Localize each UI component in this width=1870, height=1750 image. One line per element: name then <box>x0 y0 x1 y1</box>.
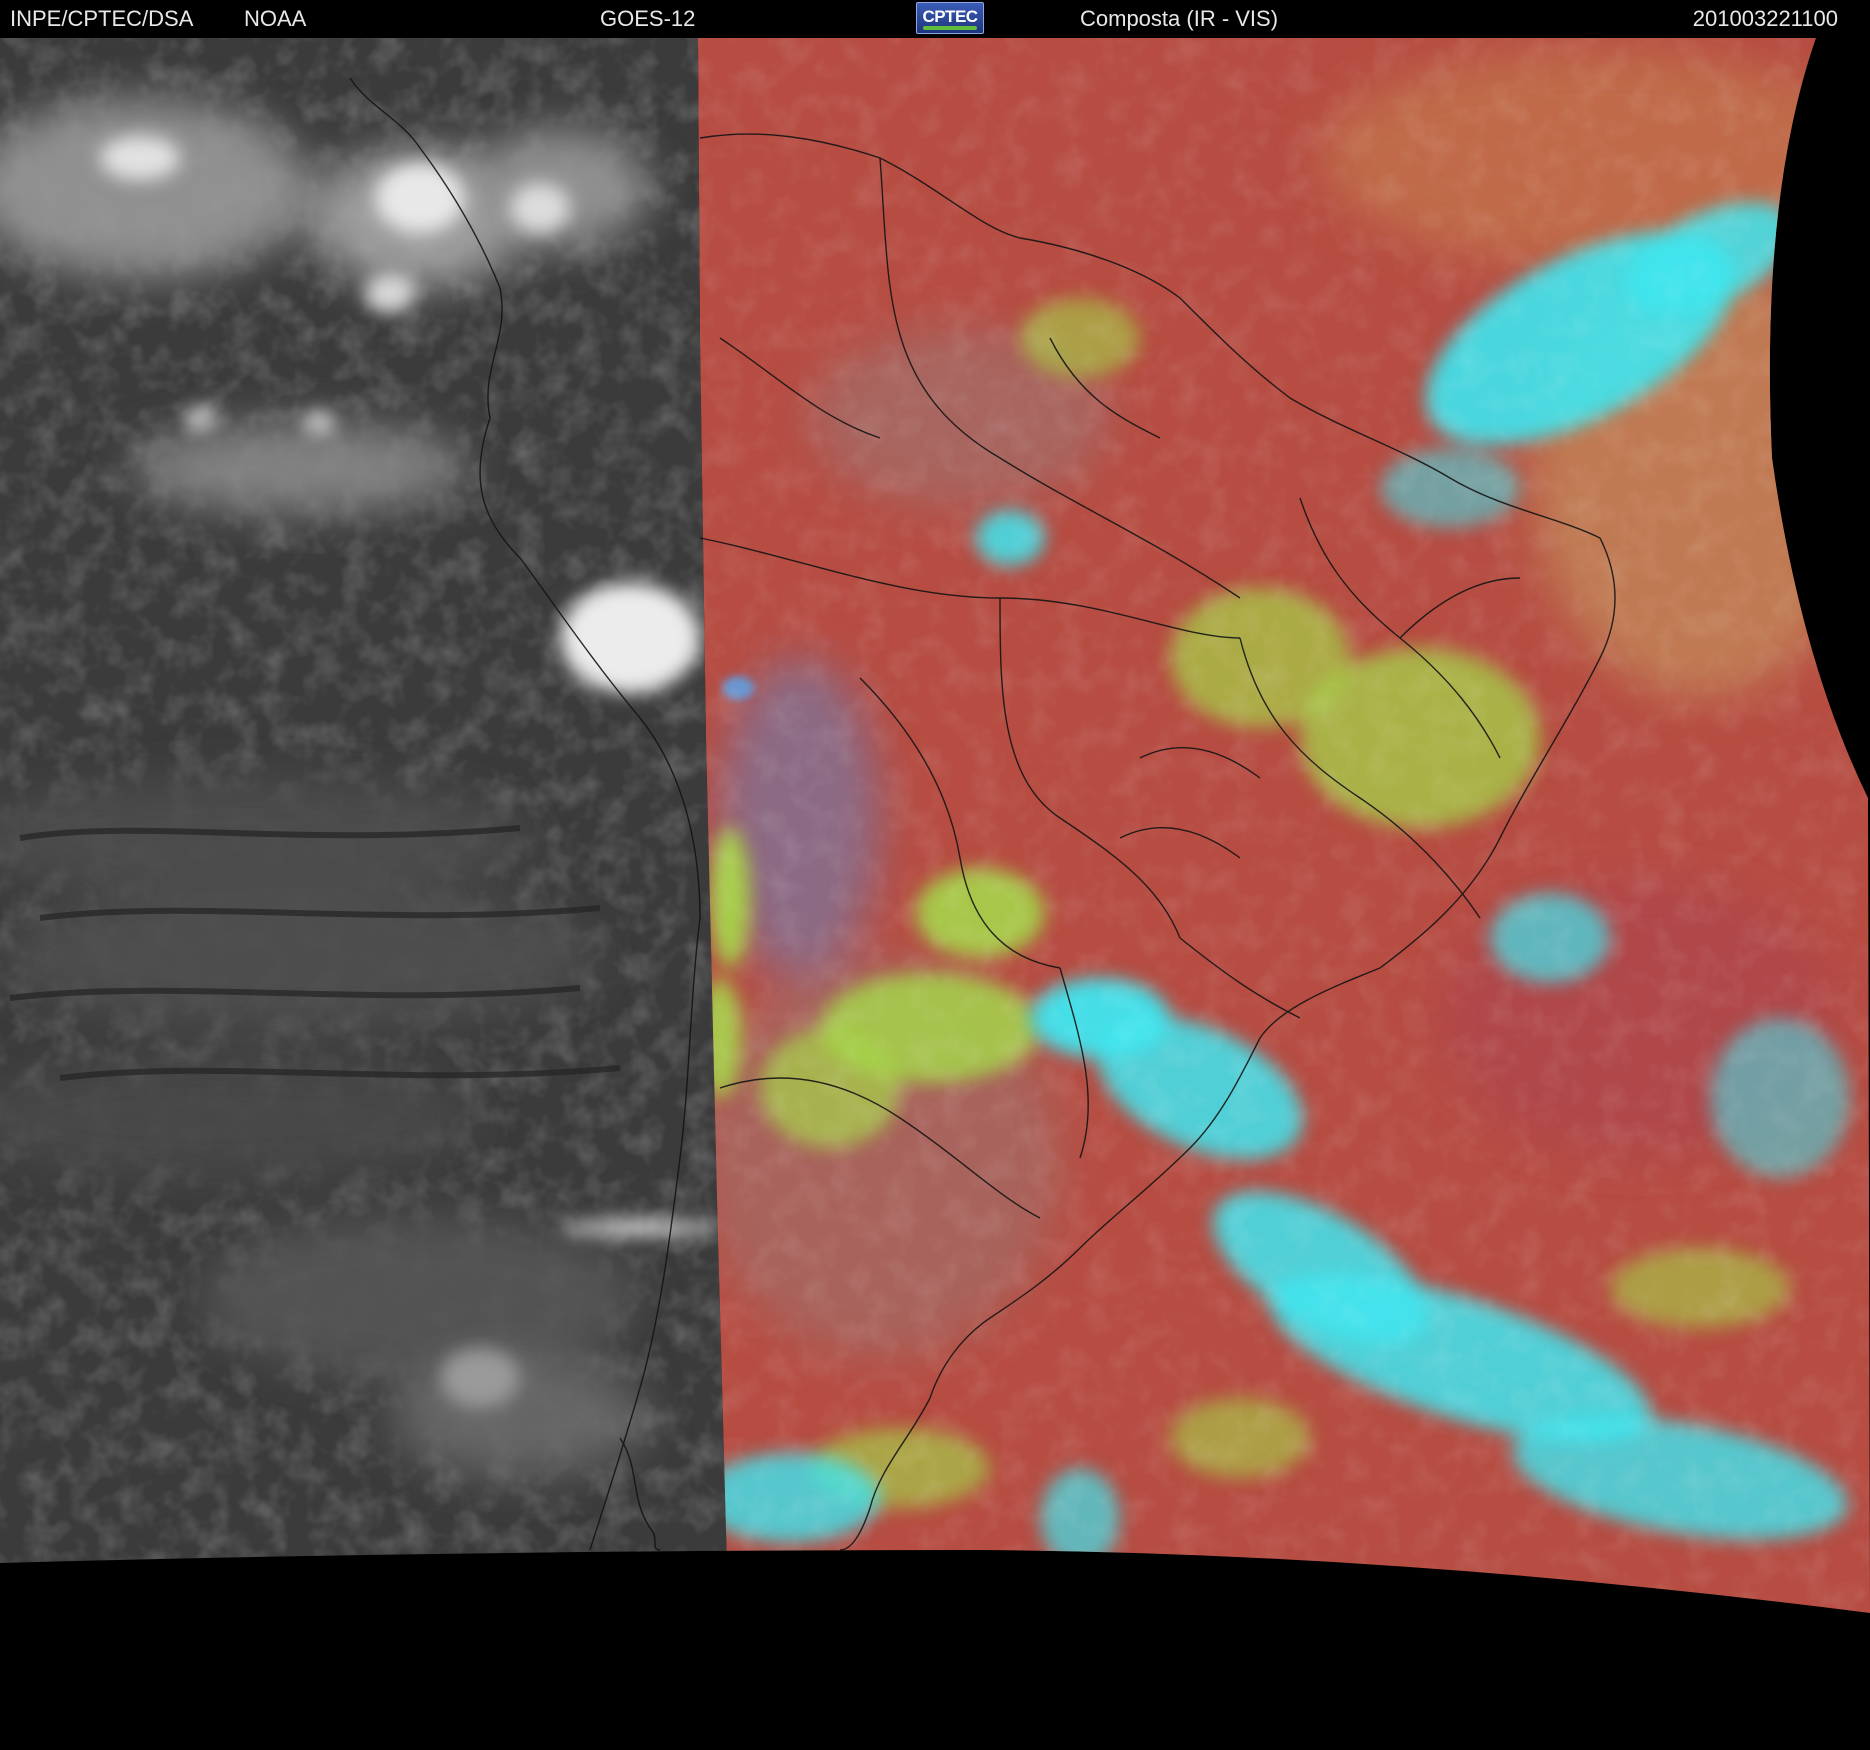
header-bar: INPE/CPTEC/DSA NOAA GOES-12 CPTEC Compos… <box>0 0 1870 38</box>
timestamp-label: 201003221100 <box>1692 6 1838 31</box>
agency-label: NOAA <box>244 6 307 31</box>
cptec-logo-text: CPTEC <box>922 7 978 26</box>
ir-night-region <box>0 38 732 1613</box>
earth-disk <box>0 38 1870 1613</box>
composite-day-region <box>698 38 1870 1613</box>
logo-swoosh-icon <box>923 26 977 30</box>
satellite-image <box>0 38 1870 1750</box>
satellite-label: GOES-12 <box>600 6 696 31</box>
cptec-logo: CPTEC <box>916 2 984 34</box>
product-label: Composta (IR - VIS) <box>1080 6 1279 31</box>
institution-label: INPE/CPTEC/DSA <box>10 6 194 31</box>
satellite-map-svg <box>0 38 1870 1750</box>
